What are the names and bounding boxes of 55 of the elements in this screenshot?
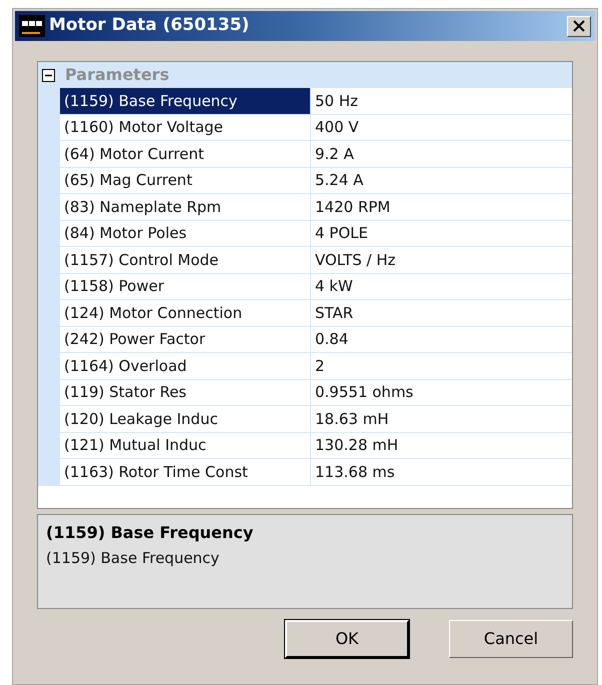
property-name: (1159) Base Frequency bbox=[60, 88, 310, 114]
property-name: (1157) Control Mode bbox=[60, 247, 310, 274]
property-value: STAR bbox=[310, 300, 572, 326]
property-row[interactable]: (121) Mutual Induc 130.28 mH bbox=[38, 432, 572, 459]
description-text: (1159) Base Frequency bbox=[46, 548, 220, 569]
property-value: 1420 RPM bbox=[310, 194, 572, 220]
property-value: 4 POLE bbox=[310, 220, 572, 247]
logo-icon bbox=[19, 15, 45, 37]
collapse-icon[interactable] bbox=[42, 68, 55, 82]
property-row[interactable]: (1157) Control Mode VOLTS / Hz bbox=[38, 247, 572, 274]
property-name: (84) Motor Poles bbox=[60, 220, 310, 247]
close-icon bbox=[573, 20, 585, 32]
property-row[interactable]: (65) Mag Current 5.24 A bbox=[38, 168, 572, 194]
property-row[interactable]: (242) Power Factor 0.84 bbox=[38, 326, 572, 353]
property-value: 50 Hz bbox=[310, 88, 572, 114]
close-button[interactable] bbox=[567, 16, 591, 36]
property-name: (83) Nameplate Rpm bbox=[60, 194, 310, 220]
property-row[interactable]: (1158) Power 4 kW bbox=[38, 274, 572, 300]
property-value: 0.84 bbox=[310, 326, 572, 353]
property-name: (119) Stator Res bbox=[60, 380, 310, 406]
property-name: (1160) Motor Voltage bbox=[60, 114, 310, 141]
property-name: (121) Mutual Induc bbox=[60, 432, 310, 459]
property-row[interactable]: (124) Motor Connection STAR bbox=[38, 300, 572, 326]
property-name: (1164) Overload bbox=[60, 353, 310, 380]
dialog-button[interactable]: Cancel bbox=[449, 620, 573, 658]
property-value: VOLTS / Hz bbox=[310, 247, 572, 274]
property-name: (1158) Power bbox=[60, 274, 310, 300]
property-value: 5.24 A bbox=[310, 168, 572, 194]
property-name: (124) Motor Connection bbox=[60, 300, 310, 326]
property-name: (64) Motor Current bbox=[60, 141, 310, 168]
property-name: (65) Mag Current bbox=[60, 168, 310, 194]
property-row[interactable]: (1163) Rotor Time Const 113.68 ms bbox=[38, 459, 572, 486]
property-row[interactable]: (84) Motor Poles 4 POLE bbox=[38, 220, 572, 247]
description-title: (1159) Base Frequency bbox=[46, 522, 254, 544]
property-row[interactable]: (1159) Base Frequency 50 Hz bbox=[38, 88, 572, 114]
property-value: 9.2 A bbox=[310, 141, 572, 168]
window-title: Motor Data (650135) bbox=[49, 14, 250, 38]
property-value: 113.68 ms bbox=[310, 459, 572, 486]
property-value: 4 kW bbox=[310, 274, 572, 300]
property-row[interactable]: (83) Nameplate Rpm 1420 RPM bbox=[38, 194, 572, 220]
property-value: 130.28 mH bbox=[310, 432, 572, 459]
property-row[interactable]: (1160) Motor Voltage 400 V bbox=[38, 114, 572, 141]
property-value: 0.9551 ohms bbox=[310, 380, 572, 406]
dialog-button[interactable]: OK bbox=[285, 620, 409, 658]
property-name: (120) Leakage Induc bbox=[60, 406, 310, 432]
property-name: (242) Power Factor bbox=[60, 326, 310, 353]
property-row[interactable]: (119) Stator Res 0.9551 ohms bbox=[38, 380, 572, 406]
property-row[interactable]: (1164) Overload 2 bbox=[38, 353, 572, 380]
property-value: 18.63 mH bbox=[310, 406, 572, 432]
property-name: (1163) Rotor Time Const bbox=[60, 459, 310, 486]
category-label: Parameters bbox=[65, 64, 170, 86]
property-value: 400 V bbox=[310, 114, 572, 141]
property-row[interactable]: (64) Motor Current 9.2 A bbox=[38, 141, 572, 168]
property-value: 2 bbox=[310, 353, 572, 380]
property-row[interactable]: (120) Leakage Induc 18.63 mH bbox=[38, 406, 572, 432]
